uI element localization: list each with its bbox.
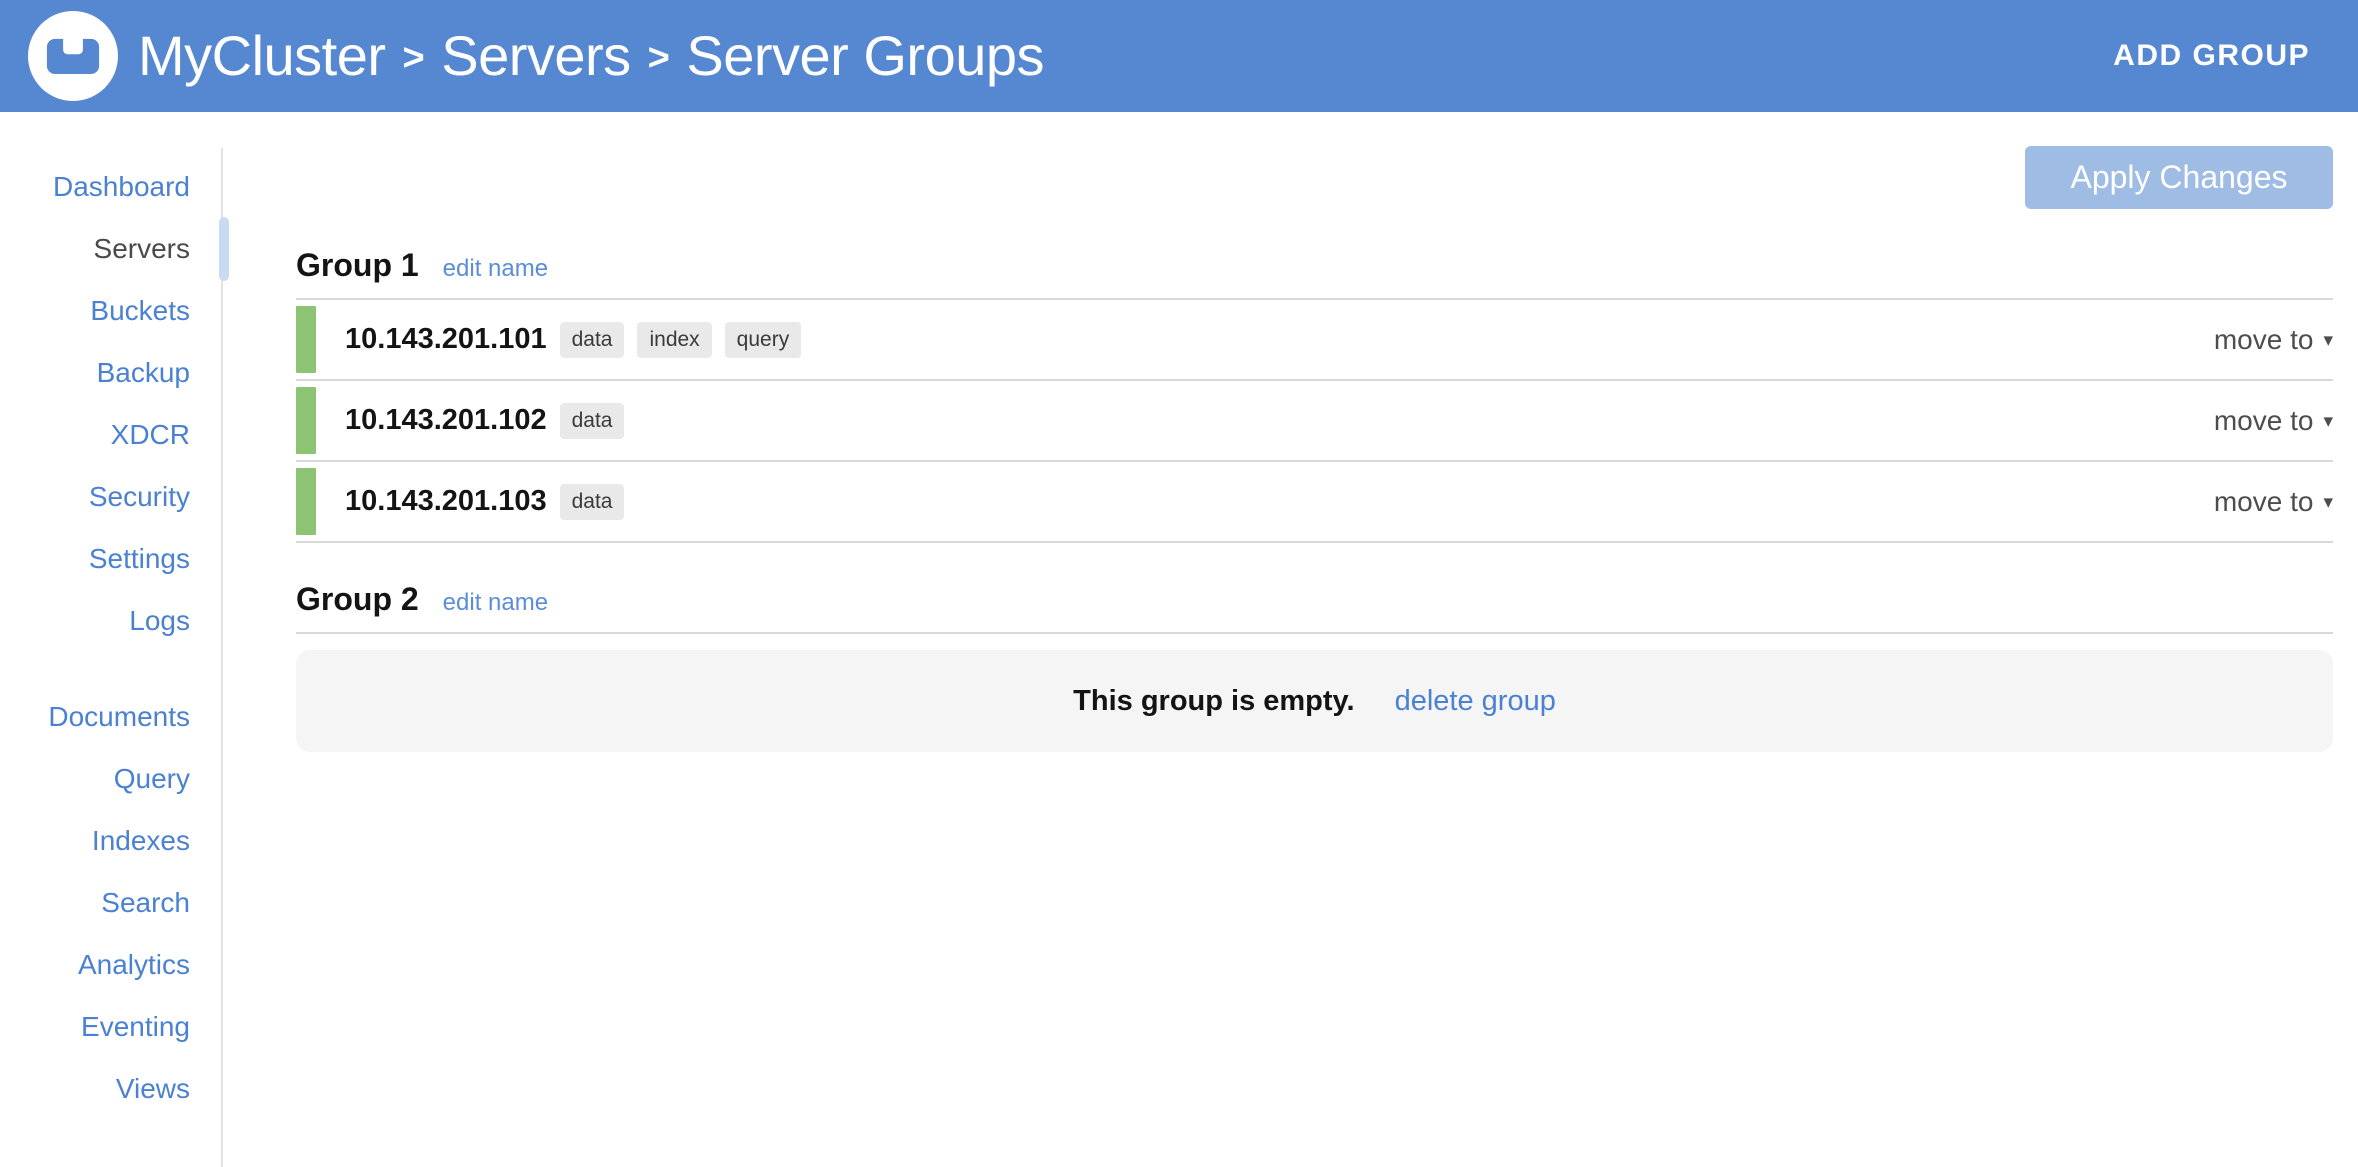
sidebar-item-analytics[interactable]: Analytics: [0, 934, 223, 996]
breadcrumb-separator-icon: >: [647, 36, 670, 79]
sidebar-item-backup[interactable]: Backup: [0, 342, 223, 404]
delete-group-link[interactable]: delete group: [1395, 685, 1556, 718]
sidebar-item-eventing[interactable]: Eventing: [0, 996, 223, 1058]
sidebar-item-xdcr[interactable]: XDCR: [0, 404, 223, 466]
empty-group-box: This group is empty. delete group: [296, 650, 2333, 752]
sidebar-item-buckets[interactable]: Buckets: [0, 280, 223, 342]
move-to-dropdown[interactable]: move to ▾: [2214, 405, 2333, 437]
chevron-down-icon: ▾: [2323, 330, 2333, 351]
sidebar-item-settings[interactable]: Settings: [0, 528, 223, 590]
service-badge: index: [637, 321, 712, 358]
sidebar-item-indexes[interactable]: Indexes: [0, 810, 223, 872]
service-badge: data: [559, 483, 625, 520]
sidebar-item-dashboard[interactable]: Dashboard: [0, 156, 223, 218]
app-header: MyCluster > Servers > Server Groups ADD …: [0, 0, 2358, 112]
service-badge: data: [559, 321, 625, 358]
server-row[interactable]: 10.143.201.102 data move to ▾: [296, 381, 2333, 462]
server-ip: 10.143.201.101: [345, 323, 547, 355]
move-to-label: move to: [2213, 323, 2314, 355]
sidebar-item-views[interactable]: Views: [0, 1058, 223, 1120]
active-indicator: [219, 217, 229, 281]
group-title: Group 1: [296, 247, 419, 283]
move-to-label: move to: [2213, 485, 2314, 517]
chevron-down-icon: ▾: [2323, 411, 2333, 432]
apply-changes-button[interactable]: Apply Changes: [2025, 146, 2333, 209]
sidebar-item-query[interactable]: Query: [0, 748, 223, 810]
group-title: Group 2: [296, 581, 419, 617]
sidebar-item-search[interactable]: Search: [0, 872, 223, 934]
group-2-header: Group 2 edit name: [296, 581, 2333, 618]
breadcrumb-server-groups: Server Groups: [686, 24, 1045, 87]
group-1-server-list: 10.143.201.101 data index query move to …: [296, 298, 2333, 543]
edit-group-name-link[interactable]: edit name: [443, 589, 548, 617]
couchbase-logo-icon: [28, 11, 118, 101]
move-to-dropdown[interactable]: move to ▾: [2214, 324, 2333, 356]
service-badge: data: [559, 402, 625, 439]
service-badge: query: [724, 321, 802, 358]
main-content: Apply Changes Group 1 edit name 10.143.2…: [223, 112, 2358, 1167]
breadcrumb-servers: Servers: [441, 24, 631, 87]
server-ip: 10.143.201.102: [345, 404, 547, 436]
breadcrumb: MyCluster > Servers > Server Groups: [138, 24, 1045, 87]
sidebar-item-label: Servers: [93, 233, 190, 264]
sidebar-item-logs[interactable]: Logs: [0, 590, 223, 652]
sidebar-item-servers[interactable]: Servers: [0, 217, 229, 281]
server-ip: 10.143.201.103: [345, 485, 547, 517]
move-to-label: move to: [2213, 404, 2314, 436]
move-to-dropdown[interactable]: move to ▾: [2214, 486, 2333, 518]
add-group-button[interactable]: ADD GROUP: [2113, 39, 2310, 73]
group-2-divider: [296, 632, 2333, 634]
server-health-bar: [296, 387, 316, 454]
server-row[interactable]: 10.143.201.101 data index query move to …: [296, 300, 2333, 381]
empty-group-message: This group is empty.: [1073, 684, 1355, 717]
sidebar-nav: Dashboard Servers Buckets Backup XDCR Se…: [0, 112, 229, 1167]
group-1-header: Group 1 edit name: [296, 247, 2333, 284]
chevron-down-icon: ▾: [2323, 492, 2333, 513]
server-health-bar: [296, 306, 316, 373]
sidebar-item-security[interactable]: Security: [0, 466, 223, 528]
server-row[interactable]: 10.143.201.103 data move to ▾: [296, 462, 2333, 543]
breadcrumb-separator-icon: >: [402, 36, 425, 79]
breadcrumb-cluster: MyCluster: [138, 24, 386, 87]
server-health-bar: [296, 468, 316, 535]
edit-group-name-link[interactable]: edit name: [443, 255, 548, 283]
apply-changes-row: Apply Changes: [296, 146, 2333, 209]
sidebar-item-documents[interactable]: Documents: [0, 686, 223, 748]
